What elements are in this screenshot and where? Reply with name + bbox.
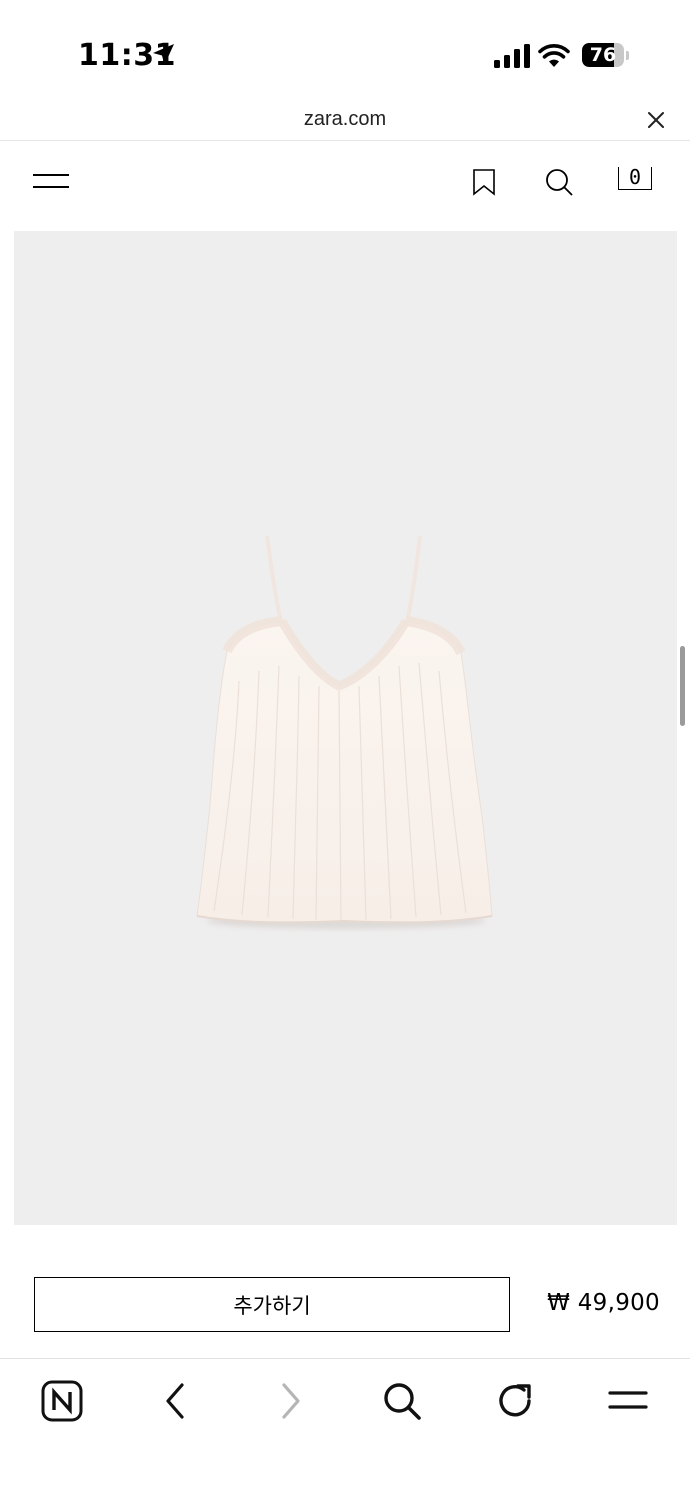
bookmark-icon[interactable] bbox=[470, 167, 498, 197]
battery-icon: 76 bbox=[582, 43, 630, 69]
menu-icon[interactable] bbox=[606, 1379, 650, 1423]
shopping-bag-button[interactable]: 0 bbox=[616, 165, 656, 195]
close-icon[interactable] bbox=[644, 108, 668, 132]
search-icon[interactable] bbox=[544, 167, 574, 197]
url-text[interactable]: zara.com bbox=[0, 108, 690, 131]
cellular-signal-icon bbox=[494, 44, 530, 68]
camisole-image bbox=[196, 535, 493, 929]
location-arrow-icon bbox=[153, 44, 174, 65]
cart-count: 0 bbox=[628, 165, 642, 189]
naver-home-icon[interactable] bbox=[40, 1379, 84, 1423]
reload-icon[interactable] bbox=[494, 1379, 538, 1423]
back-arrow-icon[interactable] bbox=[154, 1379, 198, 1423]
status-bar: 11:31 76 bbox=[0, 0, 690, 100]
hamburger-menu-icon[interactable] bbox=[32, 169, 70, 193]
forward-arrow-icon[interactable] bbox=[268, 1379, 312, 1423]
product-price: ₩ 49,900 bbox=[547, 1290, 660, 1316]
browser-toolbar bbox=[0, 1358, 690, 1501]
site-header: 0 bbox=[0, 141, 690, 229]
wifi-icon bbox=[538, 44, 570, 67]
address-bar[interactable]: zara.com bbox=[0, 100, 690, 141]
product-image[interactable] bbox=[14, 231, 677, 1225]
scroll-indicator[interactable] bbox=[680, 646, 685, 726]
battery-level-text: 76 bbox=[589, 44, 617, 66]
search-icon[interactable] bbox=[380, 1379, 424, 1423]
add-to-cart-button[interactable]: 추가하기 bbox=[34, 1277, 510, 1332]
